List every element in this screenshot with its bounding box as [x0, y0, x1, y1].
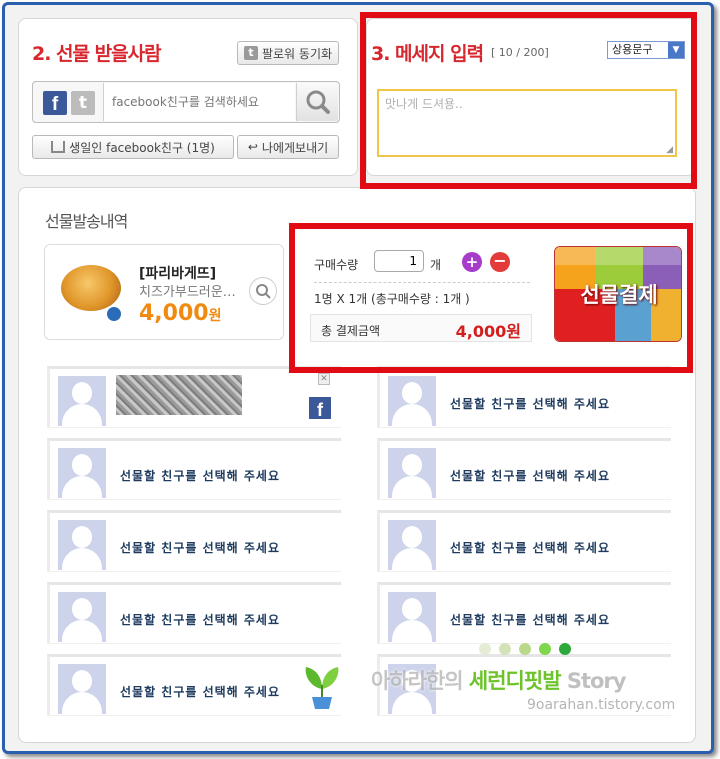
send-to-me-button[interactable]: ↩ 나에게보내기: [237, 135, 339, 159]
friend-slot-label: 선물할 친구를 선택해 주세요: [450, 397, 611, 411]
search-icon: [306, 90, 330, 114]
watermark-title: 아하라한의 세런디핏발 Story: [371, 665, 627, 695]
friend-search-bar: f t: [32, 81, 340, 123]
receiver-panel: 2. 선물 받을사람 t 팔로워 동기화 f t 생일인 facebook친구 …: [18, 18, 358, 176]
friend-slot-label: 선물할 친구를 선택해 주세요: [120, 541, 281, 555]
watermark-dots: [479, 643, 571, 655]
twitter-toggle-icon[interactable]: t: [71, 91, 95, 115]
magnifier-icon: [256, 284, 271, 299]
product-badge-icon: [105, 305, 123, 323]
friend-slot[interactable]: 선물할 친구를 선택해 주세요: [377, 582, 671, 644]
dot: [539, 643, 551, 655]
product-card: [파리바게뜨] 치즈가부드러운… 4,000원: [44, 244, 284, 340]
friend-slot[interactable]: 선물할 친구를 선택해 주세요: [47, 510, 341, 572]
friend-slot[interactable]: ✕ f: [47, 366, 341, 428]
avatar: [388, 592, 436, 642]
receiver-title: 2. 선물 받을사람: [32, 43, 162, 65]
friend-slot[interactable]: 선물할 친구를 선택해 주세요: [47, 582, 341, 644]
search-button[interactable]: [296, 83, 338, 121]
dot: [559, 643, 571, 655]
sync-followers-button[interactable]: t 팔로워 동기화: [237, 41, 339, 65]
product-price-unit: 원: [208, 308, 222, 324]
sync-followers-label: 팔로워 동기화: [261, 46, 333, 61]
avatar: [58, 376, 106, 426]
friend-slot-label: 선물할 친구를 선택해 주세요: [120, 613, 281, 627]
friend-slot-label: 선물할 친구를 선택해 주세요: [120, 469, 281, 483]
send-arrow-icon: ↩: [247, 140, 258, 154]
avatar: [388, 448, 436, 498]
avatar: [388, 520, 436, 570]
friend-search-input[interactable]: [103, 83, 295, 121]
friend-slot[interactable]: 선물할 친구를 선택해 주세요: [377, 366, 671, 428]
avatar: [58, 592, 106, 642]
friend-slot-label: 선물할 친구를 선택해 주세요: [450, 541, 611, 555]
product-price: 4,000원: [139, 301, 221, 326]
friend-slot-label: 선물할 친구를 선택해 주세요: [450, 613, 611, 627]
product-brand: [파리바게뜨]: [139, 266, 217, 282]
avatar: [58, 448, 106, 498]
friend-slot[interactable]: 선물할 친구를 선택해 주세요: [47, 654, 341, 716]
product-zoom-button[interactable]: [249, 277, 277, 305]
avatar: [388, 376, 436, 426]
cake-icon: [51, 141, 66, 153]
product-image: [61, 265, 123, 323]
twitter-icon: t: [243, 46, 258, 60]
avatar: [58, 520, 106, 570]
highlight-message-box: [360, 12, 697, 189]
history-title: 선물발송내역: [45, 212, 128, 231]
birthday-friends-button[interactable]: 생일인 facebook친구 (1명): [32, 135, 234, 159]
watermark-part-a: 아하라한의: [371, 669, 464, 693]
dot: [499, 643, 511, 655]
friend-slot[interactable]: 선물할 친구를 선택해 주세요: [47, 438, 341, 500]
dot: [479, 643, 491, 655]
sprout-icon: [302, 661, 342, 711]
friend-slot-label: 선물할 친구를 선택해 주세요: [450, 469, 611, 483]
friend-slot[interactable]: 선물할 친구를 선택해 주세요: [377, 438, 671, 500]
product-price-value: 4,000: [139, 301, 209, 326]
dot: [519, 643, 531, 655]
blurred-friend-name: [116, 375, 242, 415]
watermark-part-c: Story: [566, 669, 627, 693]
gift-window: 2. 선물 받을사람 t 팔로워 동기화 f t 생일인 facebook친구 …: [2, 2, 714, 754]
friend-slot-label: 선물할 친구를 선택해 주세요: [120, 685, 281, 699]
facebook-icon: f: [309, 397, 331, 420]
avatar: [58, 664, 106, 714]
birthday-friends-label: 생일인 facebook친구 (1명): [69, 140, 215, 155]
facebook-toggle-icon[interactable]: f: [43, 91, 67, 115]
watermark-part-b: 세런디핏발: [468, 669, 562, 693]
friend-slot[interactable]: 선물할 친구를 선택해 주세요: [377, 510, 671, 572]
highlight-order-box: [289, 223, 693, 373]
watermark-url: 9oarahan.tistory.com: [527, 697, 676, 713]
send-to-me-label: 나에게보내기: [261, 140, 329, 155]
product-name: 치즈가부드러운…: [139, 285, 236, 300]
remove-friend-icon[interactable]: ✕: [318, 373, 330, 385]
